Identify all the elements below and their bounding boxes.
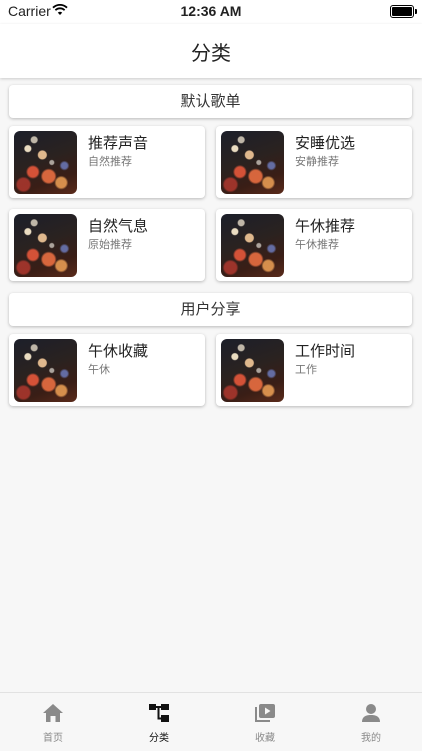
playlist-title: 午休推荐 (295, 217, 356, 235)
playlist-subtitle: 原始推荐 (88, 238, 132, 251)
status-bar: Carrier 12:36 AM (0, 0, 422, 24)
tab-profile[interactable]: 我的 (318, 693, 422, 751)
category-icon (149, 704, 169, 722)
playlist-subtitle: 自然推荐 (88, 155, 132, 168)
playlist-thumbnail (221, 131, 284, 194)
playlist-thumbnail (14, 214, 77, 277)
playlist-card[interactable]: 自然气息 原始推荐 (9, 209, 205, 281)
section-header-default: 默认歌单 (9, 85, 412, 118)
playlist-icon (255, 704, 275, 722)
playlist-title: 工作时间 (295, 342, 356, 360)
tab-label: 我的 (361, 733, 381, 744)
tab-category[interactable]: 分类 (106, 693, 212, 751)
tab-bar: 首页 分类 收藏 我的 (0, 692, 422, 751)
playlist-card[interactable]: 安睡优选 安静推荐 (216, 126, 412, 198)
playlist-card[interactable]: 午休推荐 午休推荐 (216, 209, 412, 281)
tab-favorites[interactable]: 收藏 (212, 693, 318, 751)
playlist-title: 安睡优选 (295, 134, 356, 152)
playlist-thumbnail (221, 214, 284, 277)
playlist-card[interactable]: 推荐声音 自然推荐 (9, 126, 205, 198)
playlist-title: 午休收藏 (88, 342, 149, 360)
playlist-subtitle: 午休 (88, 363, 110, 376)
tab-home[interactable]: 首页 (0, 693, 106, 751)
playlist-title: 推荐声音 (88, 134, 149, 152)
tab-label: 分类 (149, 733, 169, 744)
person-icon (362, 704, 380, 722)
playlist-subtitle: 工作 (295, 363, 317, 376)
playlist-card[interactable]: 午休收藏 午休 (9, 334, 205, 406)
playlist-thumbnail (221, 339, 284, 402)
playlist-thumbnail (14, 131, 77, 194)
page-title: 分类 (191, 41, 231, 65)
playlist-subtitle: 午休推荐 (295, 238, 339, 251)
status-time: 12:36 AM (180, 3, 242, 19)
playlist-card[interactable]: 工作时间 工作 (216, 334, 412, 406)
tab-label: 收藏 (255, 733, 275, 744)
tab-label: 首页 (43, 733, 63, 744)
section-header-shared: 用户分享 (9, 293, 412, 326)
playlist-thumbnail (14, 339, 77, 402)
navigation-bar: 分类 (0, 24, 422, 78)
battery-icon (390, 5, 417, 18)
home-icon (43, 704, 63, 722)
playlist-subtitle: 安静推荐 (295, 155, 339, 168)
playlist-title: 自然气息 (88, 217, 149, 235)
